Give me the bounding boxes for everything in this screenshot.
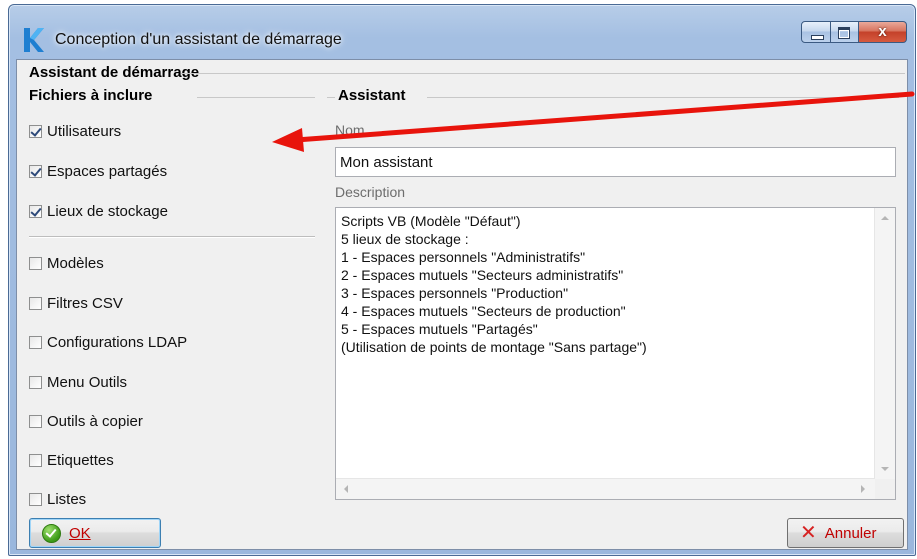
caption-buttons: x	[801, 21, 907, 43]
outer-group-title: Assistant de démarrage	[29, 64, 203, 81]
checkbox-menu-outils[interactable]: Menu Outils	[29, 372, 127, 392]
description-line: 4 - Espaces mutuels "Secteurs de product…	[341, 303, 626, 319]
checkbox-box[interactable]	[29, 296, 42, 310]
scroll-left-icon[interactable]	[344, 485, 348, 493]
horizontal-scrollbar[interactable]	[336, 478, 875, 499]
minimize-button[interactable]	[801, 21, 831, 43]
cancel-button-label: Annuler	[824, 524, 877, 542]
red-x-icon: ✕	[800, 522, 817, 544]
checkbox-label: Configurations LDAP	[47, 333, 188, 351]
description-text[interactable]: Scripts VB (Modèle "Défaut") 5 lieux de …	[341, 212, 867, 477]
checkbox-listes[interactable]: Listes	[29, 489, 86, 509]
scroll-corner	[875, 479, 895, 499]
scroll-up-icon[interactable]	[881, 216, 889, 220]
description-line: 5 - Espaces mutuels "Partagés"	[341, 321, 538, 337]
ok-button-label: OK	[69, 524, 91, 542]
description-line: Scripts VB (Modèle "Défaut")	[341, 213, 521, 229]
checkbox-label: Lieux de stockage	[47, 202, 168, 220]
checkbox-label: Utilisateurs	[47, 122, 122, 140]
files-group-divider	[197, 97, 315, 98]
check-circle-icon	[42, 523, 61, 543]
dialog-client: Assistant de démarrage Fichiers à inclur…	[16, 59, 908, 550]
checkbox-box[interactable]	[29, 164, 42, 178]
checkbox-etiquettes[interactable]: Etiquettes	[29, 450, 114, 470]
checkbox-box[interactable]	[29, 375, 42, 389]
checkbox-box[interactable]	[29, 453, 42, 467]
scroll-down-icon[interactable]	[881, 467, 889, 471]
files-group-title: Fichiers à inclure	[29, 87, 156, 104]
window-title: Conception d'un assistant de démarrage	[55, 31, 342, 48]
checkbox-label: Menu Outils	[47, 373, 128, 391]
outer-group-divider	[181, 73, 905, 74]
files-separator	[29, 236, 315, 238]
checkbox-label: Outils à copier	[47, 412, 143, 430]
ok-button[interactable]: OK	[29, 518, 161, 548]
checkbox-modeles[interactable]: Modèles	[29, 253, 104, 273]
maximize-button[interactable]	[831, 21, 859, 43]
close-button[interactable]: x	[859, 21, 907, 43]
name-field[interactable]	[335, 147, 896, 177]
checkbox-label: Filtres CSV	[47, 294, 123, 312]
description-line: 1 - Espaces personnels "Administratifs"	[341, 249, 586, 265]
checkbox-box[interactable]	[29, 256, 42, 270]
description-line: 2 - Espaces mutuels "Secteurs administra…	[341, 267, 624, 283]
checkbox-label: Listes	[47, 490, 87, 508]
cancel-button[interactable]: ✕ Annuler	[787, 518, 904, 548]
description-line: 5 lieux de stockage :	[341, 231, 469, 247]
checkbox-outils-a-copier[interactable]: Outils à copier	[29, 411, 143, 431]
maximize-icon	[838, 27, 850, 39]
assistant-group-divider-right	[427, 97, 899, 98]
checkbox-lieux-de-stockage[interactable]: Lieux de stockage	[29, 201, 168, 221]
title-bar[interactable]: Conception d'un assistant de démarrage x	[9, 5, 915, 59]
checkbox-box[interactable]	[29, 414, 42, 428]
vertical-scrollbar[interactable]	[874, 208, 895, 479]
scroll-right-icon[interactable]	[861, 485, 865, 493]
checkbox-box[interactable]	[29, 204, 42, 218]
description-label: Description	[335, 184, 406, 200]
description-line: (Utilisation de points de montage "Sans …	[341, 339, 647, 355]
minimize-icon	[811, 35, 824, 40]
close-icon: x	[878, 23, 887, 40]
checkbox-box[interactable]	[29, 492, 42, 506]
assistant-group-divider-left	[327, 97, 335, 98]
k-logo-icon	[24, 28, 44, 52]
checkbox-configurations-ldap[interactable]: Configurations LDAP	[29, 332, 187, 352]
assistant-group-title: Assistant	[335, 87, 409, 104]
checkbox-espaces-partages[interactable]: Espaces partagés	[29, 161, 167, 181]
checkbox-utilisateurs[interactable]: Utilisateurs	[29, 121, 121, 141]
checkbox-box[interactable]	[29, 335, 42, 349]
checkbox-label: Etiquettes	[47, 451, 114, 469]
checkbox-label: Espaces partagés	[47, 162, 168, 180]
description-line: 3 - Espaces personnels "Production"	[341, 285, 569, 301]
name-label: Nom	[335, 122, 365, 138]
checkbox-box[interactable]	[29, 124, 42, 138]
description-textarea[interactable]: Scripts VB (Modèle "Défaut") 5 lieux de …	[335, 207, 896, 500]
dialog-window: Conception d'un assistant de démarrage x…	[8, 4, 916, 556]
checkbox-filtres-csv[interactable]: Filtres CSV	[29, 293, 123, 313]
checkbox-label: Modèles	[47, 254, 104, 272]
